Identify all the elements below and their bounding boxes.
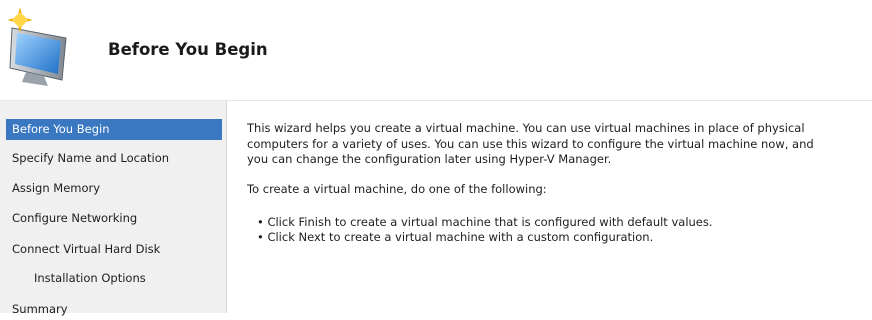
sidebar-item-summary[interactable]: Summary — [6, 299, 68, 320]
page-title: Before You Begin — [108, 40, 268, 59]
wizard-sidebar: Before You Begin Specify Name and Locati… — [0, 101, 227, 316]
instruction-text: To create a virtual machine, do one of t… — [247, 181, 547, 196]
wizard-header: Before You Begin — [0, 0, 872, 100]
wizard-content: This wizard helps you create a virtual m… — [247, 121, 872, 245]
wizard-monitor-icon — [7, 7, 67, 86]
sidebar-item-installation-options[interactable]: Installation Options — [6, 268, 146, 289]
sidebar-item-specify-name-and-location[interactable]: Specify Name and Location — [6, 148, 169, 169]
sidebar-item-configure-networking[interactable]: Configure Networking — [6, 208, 137, 229]
sidebar-item-before-you-begin[interactable]: Before You Begin — [6, 119, 222, 140]
option-list: Click Finish to create a virtual machine… — [247, 215, 872, 245]
intro-line-3: you can change the configuration later u… — [247, 152, 612, 166]
sidebar-item-assign-memory[interactable]: Assign Memory — [6, 178, 100, 199]
list-item: Click Next to create a virtual machine w… — [257, 230, 872, 245]
intro-line-2: computers for a variety of uses. You can… — [247, 136, 814, 151]
intro-line-1: This wizard helps you create a virtual m… — [247, 121, 805, 135]
sidebar-item-connect-virtual-hard-disk[interactable]: Connect Virtual Hard Disk — [6, 239, 160, 260]
list-item: Click Finish to create a virtual machine… — [257, 215, 872, 230]
